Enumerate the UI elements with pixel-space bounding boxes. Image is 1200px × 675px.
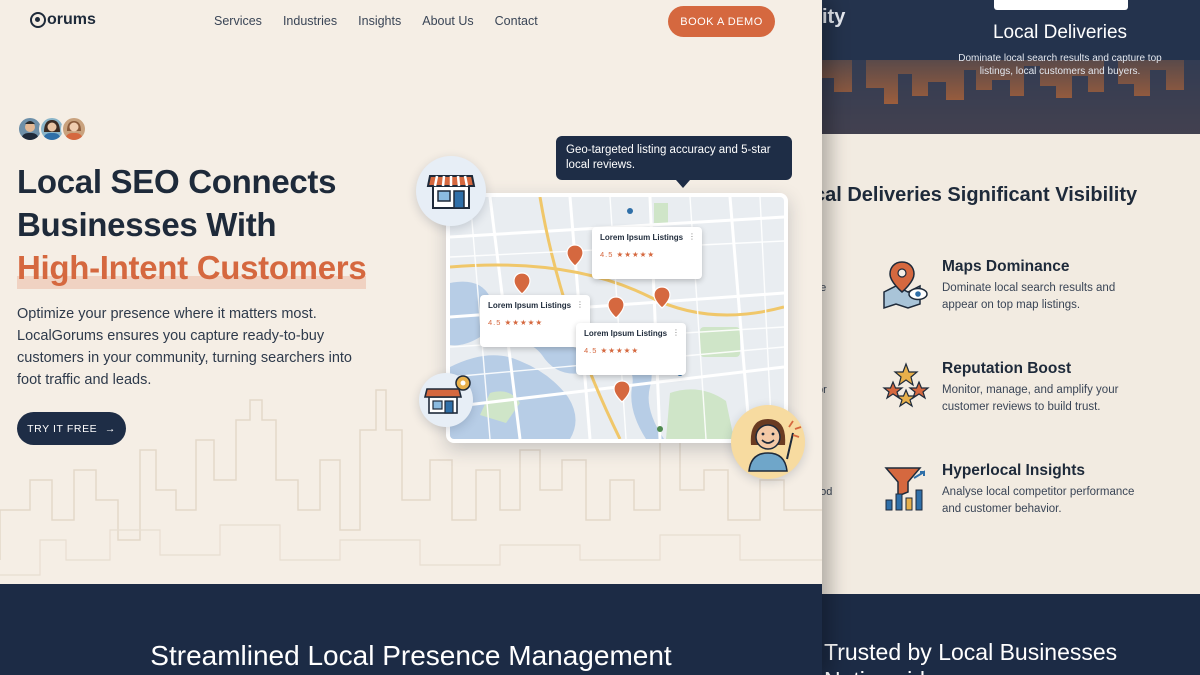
nav-insights[interactable]: Insights [358, 14, 401, 28]
storefront-pin-icon [423, 375, 471, 414]
hero-headline-line2: Businesses With [17, 206, 277, 243]
feature-reputation-boost: Reputation Boost Monitor, manage, and am… [880, 360, 1200, 430]
logo-mark-icon [30, 12, 46, 28]
hero-subtext: Optimize your presence where it matters … [17, 306, 352, 388]
listing-rating: 4.5 ★★★★★ [488, 318, 544, 327]
right-hero-button[interactable] [994, 0, 1128, 10]
feature-title: Maps Dominance [942, 258, 1070, 275]
kebab-menu-icon[interactable]: ⋮ [672, 328, 680, 337]
logo-text: orums [47, 11, 96, 28]
map-pin-eye-icon [883, 261, 928, 310]
stars-icon [882, 362, 930, 408]
feature-maps-dominance: Maps Dominance Dominate local search res… [880, 258, 1200, 328]
right-footer-band: Trusted by Local Businesses Nationwide [800, 594, 1200, 675]
feature-description: Monitor, manage, and amplify your custom… [942, 384, 1119, 413]
map-listing-card[interactable]: Lorem Ipsum Listings 4.5 ★★★★★ ⋮ [592, 227, 702, 279]
hero-headline-accent: High-Intent Customers [17, 246, 367, 289]
main-landing-page: orums Services Industries Insights About… [0, 0, 822, 675]
right-section-heading: cal Deliveries Significant Visibility [814, 184, 1138, 206]
feature-title: Hyperlocal Insights [942, 462, 1085, 479]
funnel-chart-icon [884, 467, 925, 511]
hero-headline: Local SEO Connects Businesses With High-… [17, 160, 367, 289]
tooltip-pointer [676, 180, 690, 188]
right-hero-title: Local Deliveries [992, 22, 1128, 43]
try-it-free-button[interactable]: TRY IT FREE → [17, 412, 126, 445]
right-hero-partial-word: ity [822, 6, 846, 28]
storefront-bubble [416, 156, 486, 226]
map-listing-card[interactable]: Lorem Ipsum Listings 4.5 ★★★★★ ⋮ [480, 295, 590, 347]
top-navigation: Services Industries Insights About Us Co… [214, 14, 538, 28]
listing-name: Lorem Ipsum Listings [600, 233, 684, 242]
nav-services[interactable]: Services [214, 14, 262, 28]
kebab-menu-icon[interactable]: ⋮ [576, 300, 584, 309]
try-it-free-label: TRY IT FREE [27, 422, 98, 435]
avatar [61, 116, 87, 142]
feature-tooltip: Geo-targeted listing accuracy and 5-star… [556, 136, 792, 180]
storefront-bubble [419, 373, 473, 427]
arrow-right-icon: → [104, 422, 116, 435]
nav-industries[interactable]: Industries [283, 14, 337, 28]
map-listing-card[interactable]: Lorem Ipsum Listings 4.5 ★★★★★ ⋮ [576, 323, 686, 375]
customer-avatar-bubble [731, 405, 805, 479]
feature-hyperlocal-insights: Hyperlocal Insights Analyse local compet… [880, 462, 1200, 532]
feature-title: Reputation Boost [942, 360, 1072, 377]
storefront-icon [426, 175, 476, 209]
listing-rating: 4.5 ★★★★★ [600, 250, 656, 259]
kebab-menu-icon[interactable]: ⋮ [688, 232, 696, 241]
book-demo-button[interactable]: BOOK A DEMO [668, 6, 775, 37]
feature-description: Dominate local search results and appear… [942, 282, 1116, 311]
section-title: Streamlined Local Presence Management [150, 640, 672, 671]
brand-logo[interactable]: orums [30, 11, 96, 29]
happy-customer-icon [748, 419, 802, 472]
listing-name: Lorem Ipsum Listings [488, 301, 572, 310]
hero-headline-line1: Local SEO Connects [17, 163, 337, 200]
right-hero-description: Dominate local search results and captur… [958, 53, 1162, 77]
listing-rating: 4.5 ★★★★★ [584, 346, 640, 355]
secondary-page-panel: ity Local Deliveries Dominate local sear… [800, 0, 1200, 675]
avatar-group [17, 116, 93, 144]
listing-name: Lorem Ipsum Listings [584, 329, 668, 338]
nav-contact[interactable]: Contact [495, 14, 538, 28]
right-hero-banner: ity Local Deliveries Dominate local sear… [800, 0, 1200, 134]
nav-about-us[interactable]: About Us [422, 14, 473, 28]
feature-description: Analyse local competitor performance and… [942, 486, 1135, 515]
right-footer-title: Trusted by Local Businesses Nationwide [824, 639, 1118, 675]
